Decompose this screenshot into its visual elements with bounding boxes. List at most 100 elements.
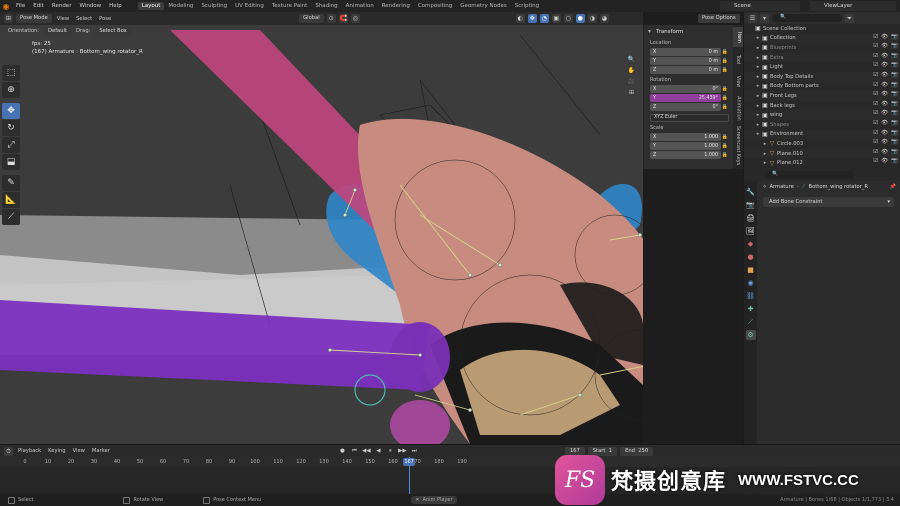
lock-icon[interactable]: 🔒 xyxy=(721,58,729,64)
visibility-toggles[interactable]: ☑ 👁 📷 xyxy=(873,149,898,155)
tab-view[interactable]: View xyxy=(733,71,743,91)
scene-selector[interactable]: Scene xyxy=(720,1,800,11)
scene-props-icon[interactable]: ◆ xyxy=(746,239,756,249)
eye-icon[interactable]: 👁 xyxy=(881,43,888,49)
tab-uv-editing[interactable]: UV Editing xyxy=(231,2,268,10)
outliner-row[interactable]: ▸ ▣ Light ☑ 👁 📷 xyxy=(744,62,900,72)
camera-render-icon[interactable]: 📷 xyxy=(891,110,898,116)
eye-icon[interactable]: 👁 xyxy=(881,120,888,126)
outliner-row[interactable]: ▸ ▽ Plane.010 ☑ 👁 📷 xyxy=(744,148,900,159)
camera-render-icon[interactable]: 📷 xyxy=(891,101,898,107)
rotate-tool-icon[interactable]: ↻ xyxy=(2,120,20,136)
tab-item[interactable]: Item xyxy=(733,27,743,47)
checkbox-icon[interactable]: ☑ xyxy=(873,72,878,78)
camera-render-icon[interactable]: 📷 xyxy=(891,62,898,68)
outliner-row[interactable]: ▸ ▣ Back legs ☑ 👁 📷 xyxy=(744,101,900,111)
tab-animation[interactable]: Animation xyxy=(733,93,743,123)
camera-render-icon[interactable]: 📷 xyxy=(891,130,898,136)
tab-scripting[interactable]: Scripting xyxy=(511,2,543,10)
visibility-toggles[interactable]: ☑ 👁 📷 xyxy=(873,158,898,164)
visibility-toggles[interactable]: ☑ 👁 📷 xyxy=(873,110,898,116)
outliner-row[interactable]: ▸ ▣ Environment ☑ 👁 📷 xyxy=(744,129,900,140)
camera-render-icon[interactable]: 📷 xyxy=(891,72,898,78)
view-layer-selector[interactable]: ViewLayer xyxy=(810,1,896,11)
eye-icon[interactable]: 👁 xyxy=(881,62,888,68)
lock-icon[interactable]: 🔒 xyxy=(721,95,729,101)
eye-icon[interactable]: 👁 xyxy=(881,101,888,107)
checkbox-icon[interactable]: ☑ xyxy=(873,139,878,145)
visibility-toggles[interactable]: ☑ 👁 📷 xyxy=(873,43,898,49)
render-props-icon[interactable]: 📷 xyxy=(746,200,756,210)
view-layer-props-icon[interactable]: 🖼 xyxy=(746,226,756,236)
filter-icon[interactable]: ▾ xyxy=(760,13,769,23)
checkbox-icon[interactable]: ☑ xyxy=(873,158,878,164)
tab-sculpting[interactable]: Sculpting xyxy=(197,2,231,10)
eye-icon[interactable]: 👁 xyxy=(881,110,888,116)
move-tool-icon[interactable]: ✥ xyxy=(2,103,20,119)
select-box-tool-icon[interactable]: ⬚ xyxy=(2,65,20,81)
lock-icon[interactable]: 🔒 xyxy=(721,67,729,73)
checkbox-icon[interactable]: ☑ xyxy=(873,34,878,40)
snap-icon[interactable]: 🧲 xyxy=(338,14,348,23)
play-reverse-icon[interactable]: ◀ xyxy=(374,447,383,456)
pin-icon[interactable]: 📌 xyxy=(890,184,900,190)
menu-select[interactable]: Select xyxy=(74,16,94,22)
eye-icon[interactable]: 👁 xyxy=(881,158,888,164)
transform-section-title[interactable]: Transform xyxy=(644,25,733,37)
menu-window[interactable]: Window xyxy=(75,3,105,9)
rotation-z-field[interactable]: Z 0° xyxy=(650,103,721,111)
outliner-row[interactable]: ▸ ▣ Body Bottom parts ☑ 👁 📷 xyxy=(744,82,900,92)
bone-tool-icon[interactable]: ⟋ xyxy=(2,209,20,225)
visibility-toggles[interactable]: ☑ 👁 📷 xyxy=(873,101,898,107)
lock-icon[interactable]: 🔒 xyxy=(721,152,729,158)
camera-render-icon[interactable]: 📷 xyxy=(891,149,898,155)
mode-selector[interactable]: Pose Mode xyxy=(16,14,52,23)
outliner-row[interactable]: ▣ Scene Collection xyxy=(744,24,900,34)
visibility-toggles[interactable]: ☑ 👁 📷 xyxy=(873,91,898,97)
visibility-icon[interactable]: ◐ xyxy=(515,14,525,23)
drag-dropdown[interactable]: Select Box xyxy=(95,26,131,36)
rotation-x-field[interactable]: X 0° xyxy=(650,85,721,93)
visibility-toggles[interactable]: ☑ 👁 📷 xyxy=(873,139,898,145)
world-props-icon[interactable]: ● xyxy=(746,252,756,262)
lock-icon[interactable]: 🔒 xyxy=(721,49,729,55)
eye-icon[interactable]: 👁 xyxy=(881,139,888,145)
tool-props-icon[interactable]: 🔧 xyxy=(746,187,756,197)
camera-render-icon[interactable]: 📷 xyxy=(891,53,898,59)
visibility-toggles[interactable]: ☑ 👁 📷 xyxy=(873,34,898,40)
next-key-icon[interactable]: ▶▶ xyxy=(398,447,407,456)
tab-rendering[interactable]: Rendering xyxy=(378,2,414,10)
tab-layout[interactable]: Layout xyxy=(137,2,165,10)
bone-constraint-props-icon[interactable]: ⚙ xyxy=(745,330,756,340)
checkbox-icon[interactable]: ☑ xyxy=(873,43,878,49)
outliner-row[interactable]: ▸ ▽ Circle.003 ☑ 👁 📷 xyxy=(744,139,900,149)
eye-icon[interactable]: 👁 xyxy=(881,53,888,59)
visibility-toggles[interactable]: ☑ 👁 📷 xyxy=(873,53,898,59)
checkbox-icon[interactable]: ☑ xyxy=(873,82,878,88)
camera-icon[interactable]: 🎥 xyxy=(627,77,636,86)
cursor-tool-icon[interactable]: ⊕ xyxy=(2,82,20,98)
eye-icon[interactable]: 👁 xyxy=(881,91,888,97)
checkbox-icon[interactable]: ☑ xyxy=(873,53,878,59)
checkbox-icon[interactable]: ☑ xyxy=(873,120,878,126)
rotation-y-field[interactable]: Y 25.439° xyxy=(650,94,721,102)
menu-timeline-view[interactable]: View xyxy=(71,448,87,454)
checkbox-icon[interactable]: ☑ xyxy=(873,101,878,107)
tab-compositing[interactable]: Compositing xyxy=(414,2,456,10)
camera-render-icon[interactable]: 📷 xyxy=(891,158,898,164)
checkbox-icon[interactable]: ☑ xyxy=(873,91,878,97)
visibility-toggles[interactable]: ☑ 👁 📷 xyxy=(873,62,898,68)
shading-solid-icon[interactable]: ● xyxy=(575,14,585,23)
physics-props-icon[interactable]: ◉ xyxy=(746,278,756,288)
editor-type-icon[interactable]: ⊞ xyxy=(4,14,13,23)
blender-logo-icon[interactable]: ◉ xyxy=(0,0,12,12)
outliner-row[interactable]: ▸ ▽ Plane.012 ☑ 👁 📷 xyxy=(744,158,900,168)
lock-icon[interactable]: 🔒 xyxy=(721,104,729,110)
location-x-field[interactable]: X 0 m xyxy=(650,48,721,56)
eye-icon[interactable]: 👁 xyxy=(881,82,888,88)
jump-end-icon[interactable]: ⏭ xyxy=(410,447,419,456)
eye-icon[interactable]: 👁 xyxy=(881,72,888,78)
camera-render-icon[interactable]: 📷 xyxy=(891,34,898,40)
scale-tool-icon[interactable]: ⤢ xyxy=(2,137,20,153)
prev-key-icon[interactable]: ◀◀ xyxy=(362,447,371,456)
